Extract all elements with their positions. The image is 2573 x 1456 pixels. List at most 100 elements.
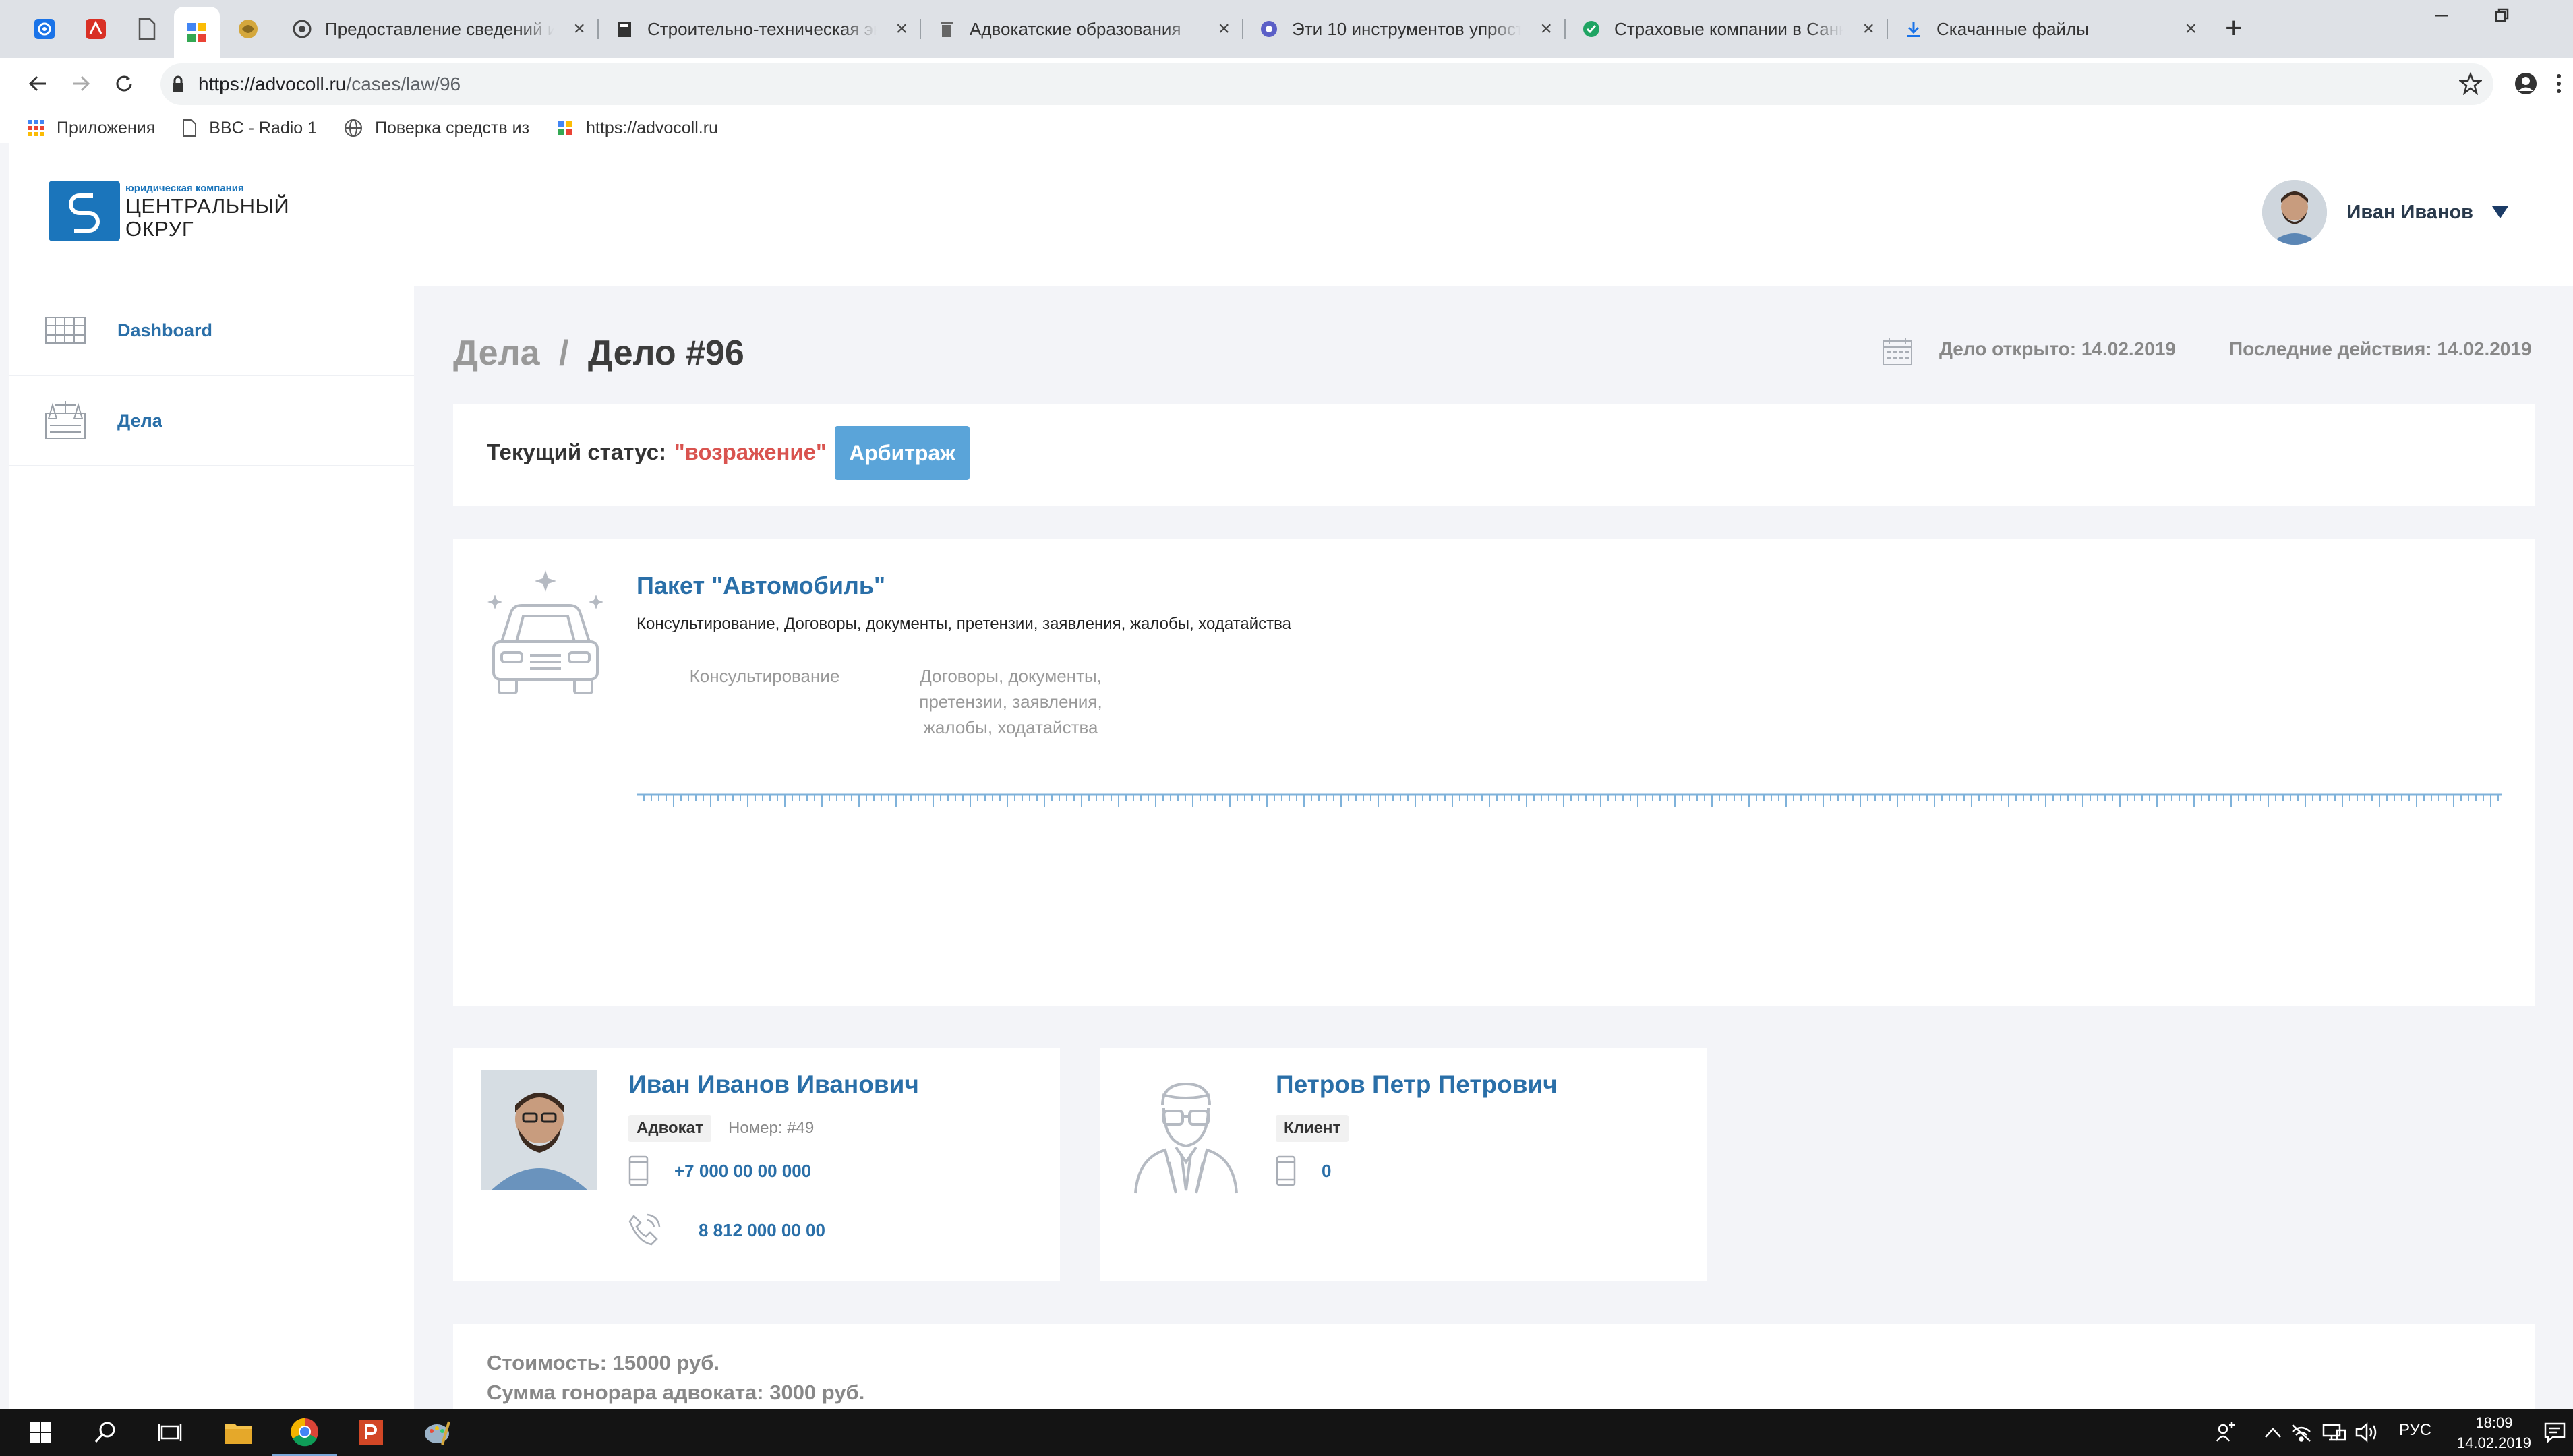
service-item: Договоры, документы, претензии, заявлени… <box>899 663 1122 740</box>
pinned-tab-pdf[interactable] <box>73 8 119 50</box>
task-view-button[interactable] <box>138 1409 202 1456</box>
arbitration-button[interactable]: Арбитраж <box>835 426 970 480</box>
logo-name-line1: ЦЕНТРАЛЬНЫЙ <box>125 193 290 218</box>
tab-insurance[interactable]: Страховые компании в Санкт-Петербурге × <box>1564 8 1888 50</box>
network-off-icon[interactable] <box>2290 1422 2313 1443</box>
lawyer-mobile-phone[interactable]: +7 000 00 00 000 <box>674 1161 811 1182</box>
restore-icon[interactable] <box>2492 5 2512 26</box>
package-title[interactable]: Пакет "Автомобиль" <box>637 572 885 600</box>
pinned-tab-blank[interactable] <box>124 8 170 50</box>
status-label: Текущий статус: <box>487 439 667 464</box>
minimize-icon[interactable] <box>2431 5 2452 26</box>
page-icon <box>138 18 156 40</box>
lawyer-name[interactable]: Иван Иванов Иванович <box>628 1070 919 1099</box>
close-icon[interactable]: × <box>2185 18 2197 40</box>
apps-grid-icon <box>28 120 44 136</box>
lawyer-fee: Сумма гонорара адвоката: 3000 руб. <box>487 1381 865 1404</box>
windows-logo-icon <box>30 1422 51 1443</box>
system-clock[interactable]: 18:09 14.02.2019 <box>2457 1413 2531 1453</box>
package-card: Пакет "Автомобиль" Консультирование, Дог… <box>453 539 2535 1006</box>
monitor-icon[interactable] <box>2322 1422 2346 1443</box>
lawyer-landline-phone[interactable]: 8 812 000 00 00 <box>699 1220 825 1241</box>
lock-icon <box>173 75 183 92</box>
status-value: "возражение" <box>674 439 827 464</box>
address-bar[interactable]: https://advocoll.ru/cases/law/96 <box>160 63 2493 105</box>
client-name[interactable]: Петров Петр Петрович <box>1276 1070 1558 1099</box>
bookmark-apps[interactable]: Приложения <box>27 119 155 138</box>
people-icon[interactable] <box>2216 1422 2236 1443</box>
taskbar-explorer[interactable] <box>206 1409 271 1456</box>
sidebar-item-label: Dashboard <box>117 320 213 340</box>
close-icon[interactable]: × <box>895 18 908 40</box>
breadcrumb: Дела / Дело #96 <box>453 333 744 373</box>
company-logo[interactable]: юридическая компания ЦЕНТРАЛЬНЫЙ ОКРУГ <box>49 181 289 241</box>
close-icon[interactable]: × <box>573 18 585 40</box>
bookmark-label: Приложения <box>57 118 156 138</box>
user-menu[interactable]: Иван Иванов <box>2261 180 2508 245</box>
landline-phone-icon <box>628 1213 661 1246</box>
pinned-tab-emblem[interactable] <box>225 8 271 50</box>
profile-button[interactable] <box>2507 65 2545 102</box>
caret-down-icon <box>2492 206 2508 218</box>
service-line: жалобы, ходатайства <box>923 717 1098 737</box>
chevron-up-icon[interactable] <box>2264 1425 2282 1440</box>
forward-button[interactable] <box>62 65 100 102</box>
close-icon[interactable]: × <box>1218 18 1230 40</box>
start-button[interactable] <box>8 1409 73 1456</box>
globe-icon <box>345 119 363 137</box>
site-favicon <box>187 23 206 42</box>
input-language[interactable]: РУС <box>2399 1421 2431 1440</box>
tab-construction[interactable]: Строительно-техническая экспертиза × <box>597 8 921 50</box>
logo-tagline: юридическая компания <box>125 182 244 194</box>
back-button[interactable] <box>19 65 57 102</box>
package-description: Консультирование, Договоры, документы, п… <box>637 615 1291 633</box>
pinned-tab-mail[interactable] <box>22 8 67 50</box>
logo-mark <box>49 181 120 241</box>
service-line: Консультирование <box>689 666 840 686</box>
case-last-actions: Последние действия: 14.02.2019 <box>2229 338 2532 359</box>
avatar <box>2261 180 2327 245</box>
bookmark-bbc[interactable]: BBC - Radio 1 <box>182 119 317 138</box>
folder-icon <box>225 1424 252 1444</box>
breadcrumb-parent-link[interactable]: Дела <box>453 334 540 373</box>
total-cost: Стоимость: 15000 руб. <box>487 1351 719 1374</box>
tab-title: Адвокатские образования <box>970 18 1181 39</box>
browser-tab-strip: Предоставление сведений из ЕГРН × Строит… <box>0 0 2573 58</box>
bookmark-label: Поверка средств из <box>375 118 530 138</box>
trash-icon <box>941 22 953 37</box>
close-icon[interactable]: × <box>1862 18 1874 40</box>
service-line: Договоры, документы, <box>920 666 1102 686</box>
client-mobile-phone[interactable]: 0 <box>1322 1161 1331 1182</box>
tab-tools[interactable]: Эти 10 инструментов упростят × <box>1242 8 1566 50</box>
reload-button[interactable] <box>105 65 143 102</box>
volume-icon[interactable] <box>2355 1422 2380 1443</box>
mobile-phone-icon <box>1276 1155 1296 1186</box>
sidebar-item-dashboard[interactable]: Dashboard <box>9 286 414 376</box>
bookmark-label: https://advocoll.ru <box>586 118 718 138</box>
notifications-icon[interactable] <box>2543 1421 2566 1444</box>
pinned-tab-advocoll[interactable] <box>174 7 220 58</box>
sidebar-item-label: Дела <box>117 410 162 431</box>
taskbar-chrome[interactable] <box>272 1409 337 1456</box>
url-host: https://advocoll.ru <box>198 73 347 94</box>
taskbar-app[interactable] <box>405 1409 469 1456</box>
taskbar-powerpoint[interactable] <box>338 1409 403 1456</box>
mobile-phone-icon <box>628 1155 649 1186</box>
new-tab-button[interactable]: + <box>2225 9 2243 47</box>
close-icon[interactable]: × <box>1540 18 1552 40</box>
search-button[interactable] <box>73 1409 138 1456</box>
windows-taskbar: РУС 18:09 14.02.2019 <box>0 1409 2573 1456</box>
tab-title: Предоставление сведений из ЕГРН <box>325 18 554 39</box>
reload-icon <box>116 75 132 92</box>
sidebar-item-cases[interactable]: Дела <box>9 376 414 466</box>
menu-button[interactable] <box>2549 65 2569 102</box>
powerpoint-icon <box>359 1420 383 1445</box>
arrow-right-icon <box>73 75 90 92</box>
tab-egrn[interactable]: Предоставление сведений из ЕГРН × <box>275 8 599 50</box>
bookmark-advocoll[interactable]: https://advocoll.ru <box>556 119 718 138</box>
lawyer-number: Номер: #49 <box>728 1119 815 1137</box>
tab-downloads[interactable]: Скачанные файлы × <box>1887 8 2209 50</box>
tab-advocates[interactable]: Адвокатские образования × <box>920 8 1243 50</box>
bookmark-poverka[interactable]: Поверка средств из <box>344 119 529 138</box>
bookmark-star-button[interactable] <box>2452 65 2489 102</box>
